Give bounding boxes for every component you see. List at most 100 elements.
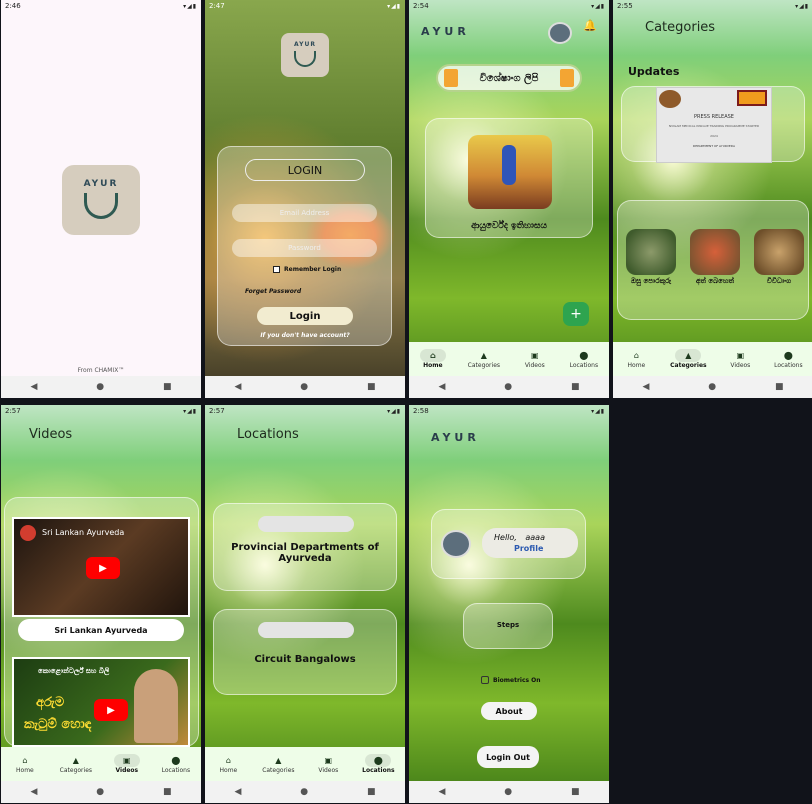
location-card-circuit[interactable]: Circuit Bangalows bbox=[213, 609, 397, 695]
videos-icon: ▣ bbox=[531, 351, 539, 360]
updates-card[interactable]: PRESS RELEASE NVIGAM MEDICAL INSIGUE TRA… bbox=[621, 86, 805, 163]
back-icon[interactable]: ◀ bbox=[438, 382, 445, 392]
home-circle-icon[interactable]: ● bbox=[96, 787, 104, 797]
home-circle-icon[interactable]: ● bbox=[300, 787, 308, 797]
tab-label: Videos bbox=[318, 767, 339, 774]
forgot-password-link[interactable]: Forget Password bbox=[245, 288, 301, 295]
status-bar: 2:58 ▾◢▮ bbox=[409, 405, 609, 417]
recents-icon[interactable]: ■ bbox=[571, 787, 580, 797]
login-button[interactable]: Login bbox=[257, 307, 353, 325]
play-icon[interactable]: ▶ bbox=[94, 699, 128, 721]
system-navbar: ◀ ● ■ bbox=[1, 781, 201, 803]
special-articles-banner[interactable]: විශේෂාංග ලිපි bbox=[436, 64, 582, 92]
recents-icon[interactable]: ■ bbox=[775, 382, 784, 392]
home-circle-icon[interactable]: ● bbox=[300, 382, 308, 392]
location-card-title: Provincial Departments of Ayurveda bbox=[231, 542, 379, 564]
profile-link[interactable]: Profile bbox=[514, 544, 543, 553]
tab-home[interactable]: ⌂ Home bbox=[419, 349, 446, 369]
recents-icon[interactable]: ■ bbox=[163, 382, 172, 392]
categories-screen: 2:55 ▾◢▮ Categories Updates PRESS RELEASE… bbox=[613, 0, 812, 398]
tab-videos[interactable]: ▣ Videos bbox=[315, 754, 341, 774]
steps-label: Steps bbox=[496, 621, 520, 629]
video-thumbnail-2[interactable]: කොළොන්ටර්ල් සහ බිලි අරුම කැටුම් හොඳ ▶ bbox=[12, 657, 190, 747]
home-circle-icon[interactable]: ● bbox=[708, 382, 716, 392]
home-circle-icon[interactable]: ● bbox=[96, 382, 104, 392]
login-title: LOGIN bbox=[245, 159, 365, 181]
about-button[interactable]: About bbox=[481, 702, 537, 720]
tab-categories[interactable]: ▲ Categories bbox=[468, 349, 500, 369]
login-screen: 2:47 ▾◢▮ AYUR LOGIN Email Address Passwor… bbox=[205, 0, 405, 398]
header-logo: AYUR bbox=[431, 431, 480, 444]
status-bar: 2:47 ▾◢▮ bbox=[205, 0, 405, 12]
username: aaaa bbox=[525, 533, 545, 542]
status-time: 2:54 bbox=[413, 2, 429, 10]
bell-icon[interactable]: 🔔 bbox=[583, 19, 597, 32]
press-year: 2024 bbox=[710, 134, 718, 138]
tab-label: Home bbox=[627, 362, 646, 369]
tab-categories[interactable]: ▲ Categories bbox=[670, 349, 707, 369]
category-image-misc[interactable] bbox=[754, 229, 804, 275]
recents-icon[interactable]: ■ bbox=[163, 787, 172, 797]
status-time: 2:57 bbox=[209, 407, 225, 415]
back-icon[interactable]: ◀ bbox=[642, 382, 649, 392]
tab-categories[interactable]: ▲ Categories bbox=[60, 754, 92, 774]
logout-button[interactable]: Login Out bbox=[477, 746, 539, 768]
logo-text: AYUR bbox=[83, 179, 119, 189]
home-screen: 2:54 ▾◢▮ AYUR 🔔 විශේෂාංග ලිපි ආයුර්වේද ඉත… bbox=[409, 0, 609, 398]
back-icon[interactable]: ◀ bbox=[438, 787, 445, 797]
header-logo: AYUR bbox=[421, 25, 470, 38]
home-circle-icon[interactable]: ● bbox=[504, 382, 512, 392]
greeting-pill[interactable]: Hello, aaaa Profile bbox=[482, 528, 578, 558]
recents-icon[interactable]: ■ bbox=[367, 787, 376, 797]
password-field[interactable]: Password bbox=[232, 239, 377, 257]
tab-label: Home bbox=[16, 767, 34, 774]
categories-icon: ▲ bbox=[675, 349, 702, 362]
remember-checkbox[interactable] bbox=[273, 266, 280, 273]
biometrics-checkbox[interactable] bbox=[481, 676, 489, 684]
system-navbar: ◀ ● ■ bbox=[205, 376, 405, 398]
app-logo: AYUR bbox=[281, 33, 329, 77]
tab-home[interactable]: ⌂ Home bbox=[12, 754, 38, 774]
back-icon[interactable]: ◀ bbox=[234, 787, 241, 797]
recents-icon[interactable]: ■ bbox=[571, 382, 580, 392]
home-circle-icon[interactable]: ● bbox=[504, 787, 512, 797]
back-icon[interactable]: ◀ bbox=[30, 382, 37, 392]
category-image-remedies[interactable] bbox=[690, 229, 740, 275]
tab-locations[interactable]: ⬤ Locations bbox=[162, 754, 191, 774]
video-title-button[interactable]: Sri Lankan Ayurveda bbox=[18, 619, 184, 641]
back-icon[interactable]: ◀ bbox=[234, 382, 241, 392]
tab-locations[interactable]: ⬤ Locations bbox=[570, 349, 599, 369]
email-field[interactable]: Email Address bbox=[232, 204, 377, 222]
avatar[interactable] bbox=[548, 22, 572, 44]
tab-videos[interactable]: ▣ Videos bbox=[113, 754, 140, 774]
tab-videos[interactable]: ▣ Videos bbox=[727, 349, 753, 369]
tab-categories[interactable]: ▲ Categories bbox=[262, 754, 294, 774]
tab-locations[interactable]: ⬤ Locations bbox=[362, 754, 395, 774]
bottom-nav: ⌂ Home ▲ Categories ▣ Videos ⬤ Locations bbox=[613, 342, 812, 376]
category-label: ඔසු පොරකුරු bbox=[630, 277, 672, 285]
tab-home[interactable]: ⌂ Home bbox=[623, 349, 649, 369]
signup-link[interactable]: If you don't have account? bbox=[205, 332, 405, 339]
videos-screen: 2:57 ▾◢▮ Videos Sri Lankan Ayurveda ▶ Sri… bbox=[1, 405, 201, 803]
tab-home[interactable]: ⌂ Home bbox=[215, 754, 241, 774]
page-title: Videos bbox=[29, 427, 73, 442]
category-image-herbs[interactable] bbox=[626, 229, 676, 275]
meadow-background bbox=[205, 405, 405, 803]
play-icon[interactable]: ▶ bbox=[86, 557, 120, 579]
location-card-provincial[interactable]: Provincial Departments of Ayurveda bbox=[213, 503, 397, 591]
tab-label: Home bbox=[219, 767, 238, 774]
avatar[interactable] bbox=[441, 530, 471, 558]
bottom-nav: ⌂ Home ▲ Categories ▣ Videos ⬤ Locations bbox=[409, 342, 609, 376]
tab-locations[interactable]: ⬤ Locations bbox=[774, 349, 803, 369]
bottom-nav: ⌂ Home ▲ Categories ▣ Videos ⬤ Locations bbox=[205, 747, 405, 781]
tab-videos[interactable]: ▣ Videos bbox=[522, 349, 548, 369]
categories-icon: ▲ bbox=[480, 351, 487, 360]
recents-icon[interactable]: ■ bbox=[367, 382, 376, 392]
history-card[interactable]: ආයුර්වේද ඉතිහාසය bbox=[425, 118, 593, 238]
video-thumbnail-1[interactable]: Sri Lankan Ayurveda ▶ bbox=[12, 517, 190, 617]
back-icon[interactable]: ◀ bbox=[30, 787, 37, 797]
status-bar: 2:46 ▾◢▮ bbox=[1, 0, 201, 12]
add-button[interactable]: + bbox=[563, 302, 589, 326]
page-title: Locations bbox=[237, 427, 299, 442]
steps-card[interactable]: Steps bbox=[463, 603, 553, 649]
